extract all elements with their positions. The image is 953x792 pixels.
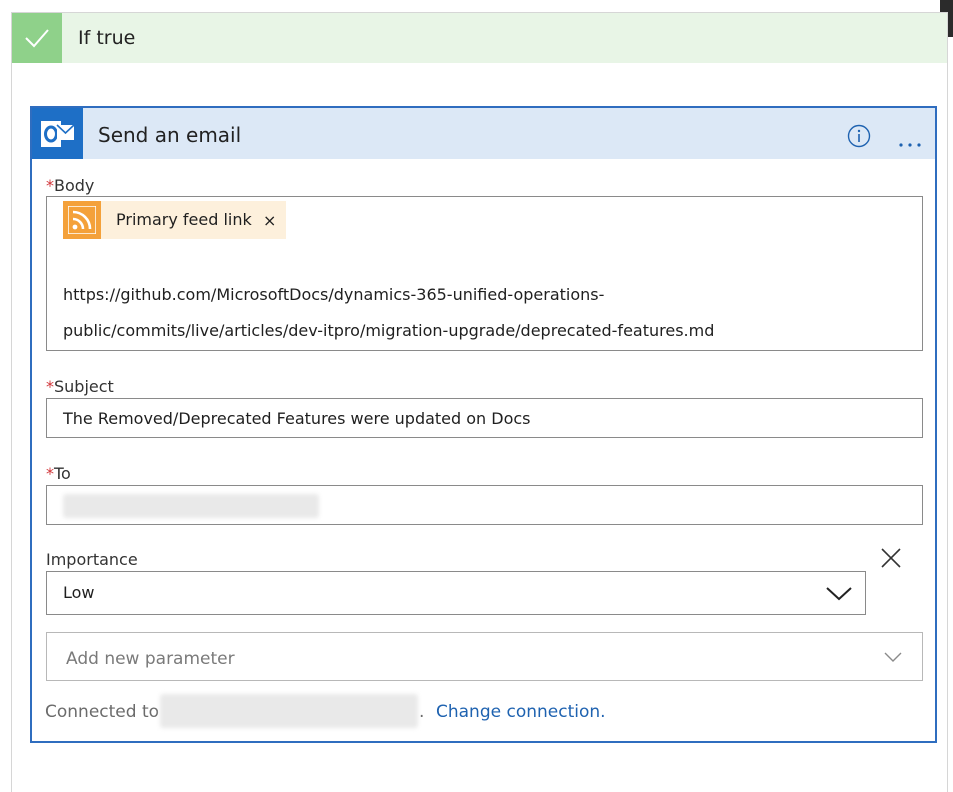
subject-value: The Removed/Deprecated Features were upd… (63, 409, 531, 428)
connection-suffix: . (419, 702, 425, 722)
connected-to-label: Connected to (45, 702, 160, 722)
condition-branch-header[interactable]: If true (12, 13, 947, 63)
dynamic-content-token[interactable]: Primary feed link × (63, 201, 286, 239)
to-label: *To (46, 464, 71, 483)
redacted-recipient (63, 494, 319, 518)
to-field[interactable] (46, 485, 923, 525)
body-field[interactable]: Primary feed link × https://github.com/M… (46, 196, 923, 351)
close-icon[interactable] (880, 547, 902, 573)
importance-value: Low (63, 583, 95, 602)
importance-select[interactable]: Low (46, 571, 866, 615)
outlook-icon (32, 108, 83, 159)
redacted-connection-account (160, 694, 418, 728)
add-new-parameter-dropdown[interactable]: Add new parameter (46, 632, 923, 681)
token-label: Primary feed link (116, 210, 252, 229)
rss-icon (63, 201, 101, 239)
importance-label: Importance (46, 550, 138, 569)
info-icon[interactable] (847, 124, 871, 152)
condition-branch-title: If true (78, 27, 136, 49)
required-marker: * (46, 464, 54, 483)
add-parameter-placeholder: Add new parameter (66, 649, 235, 669)
chevron-down-icon[interactable] (814, 572, 864, 614)
more-options-icon[interactable] (898, 133, 922, 152)
subject-label: *Subject (46, 377, 114, 396)
action-title: Send an email (98, 123, 242, 147)
send-email-action-card: Send an email *Body Primary feed link × … (30, 106, 937, 743)
required-marker: * (46, 176, 54, 195)
checkmark-icon (12, 13, 62, 63)
body-url-line-1: https://github.com/MicrosoftDocs/dynamic… (63, 285, 605, 304)
token-remove-button[interactable]: × (263, 211, 276, 230)
chevron-down-icon (883, 649, 903, 668)
required-marker: * (46, 377, 54, 396)
change-connection-link[interactable]: Change connection. (436, 702, 606, 722)
subject-field[interactable]: The Removed/Deprecated Features were upd… (46, 398, 923, 438)
action-header[interactable]: Send an email (32, 108, 935, 159)
body-label: *Body (46, 176, 95, 195)
body-url-line-2: public/commits/live/articles/dev-itpro/m… (63, 321, 715, 340)
